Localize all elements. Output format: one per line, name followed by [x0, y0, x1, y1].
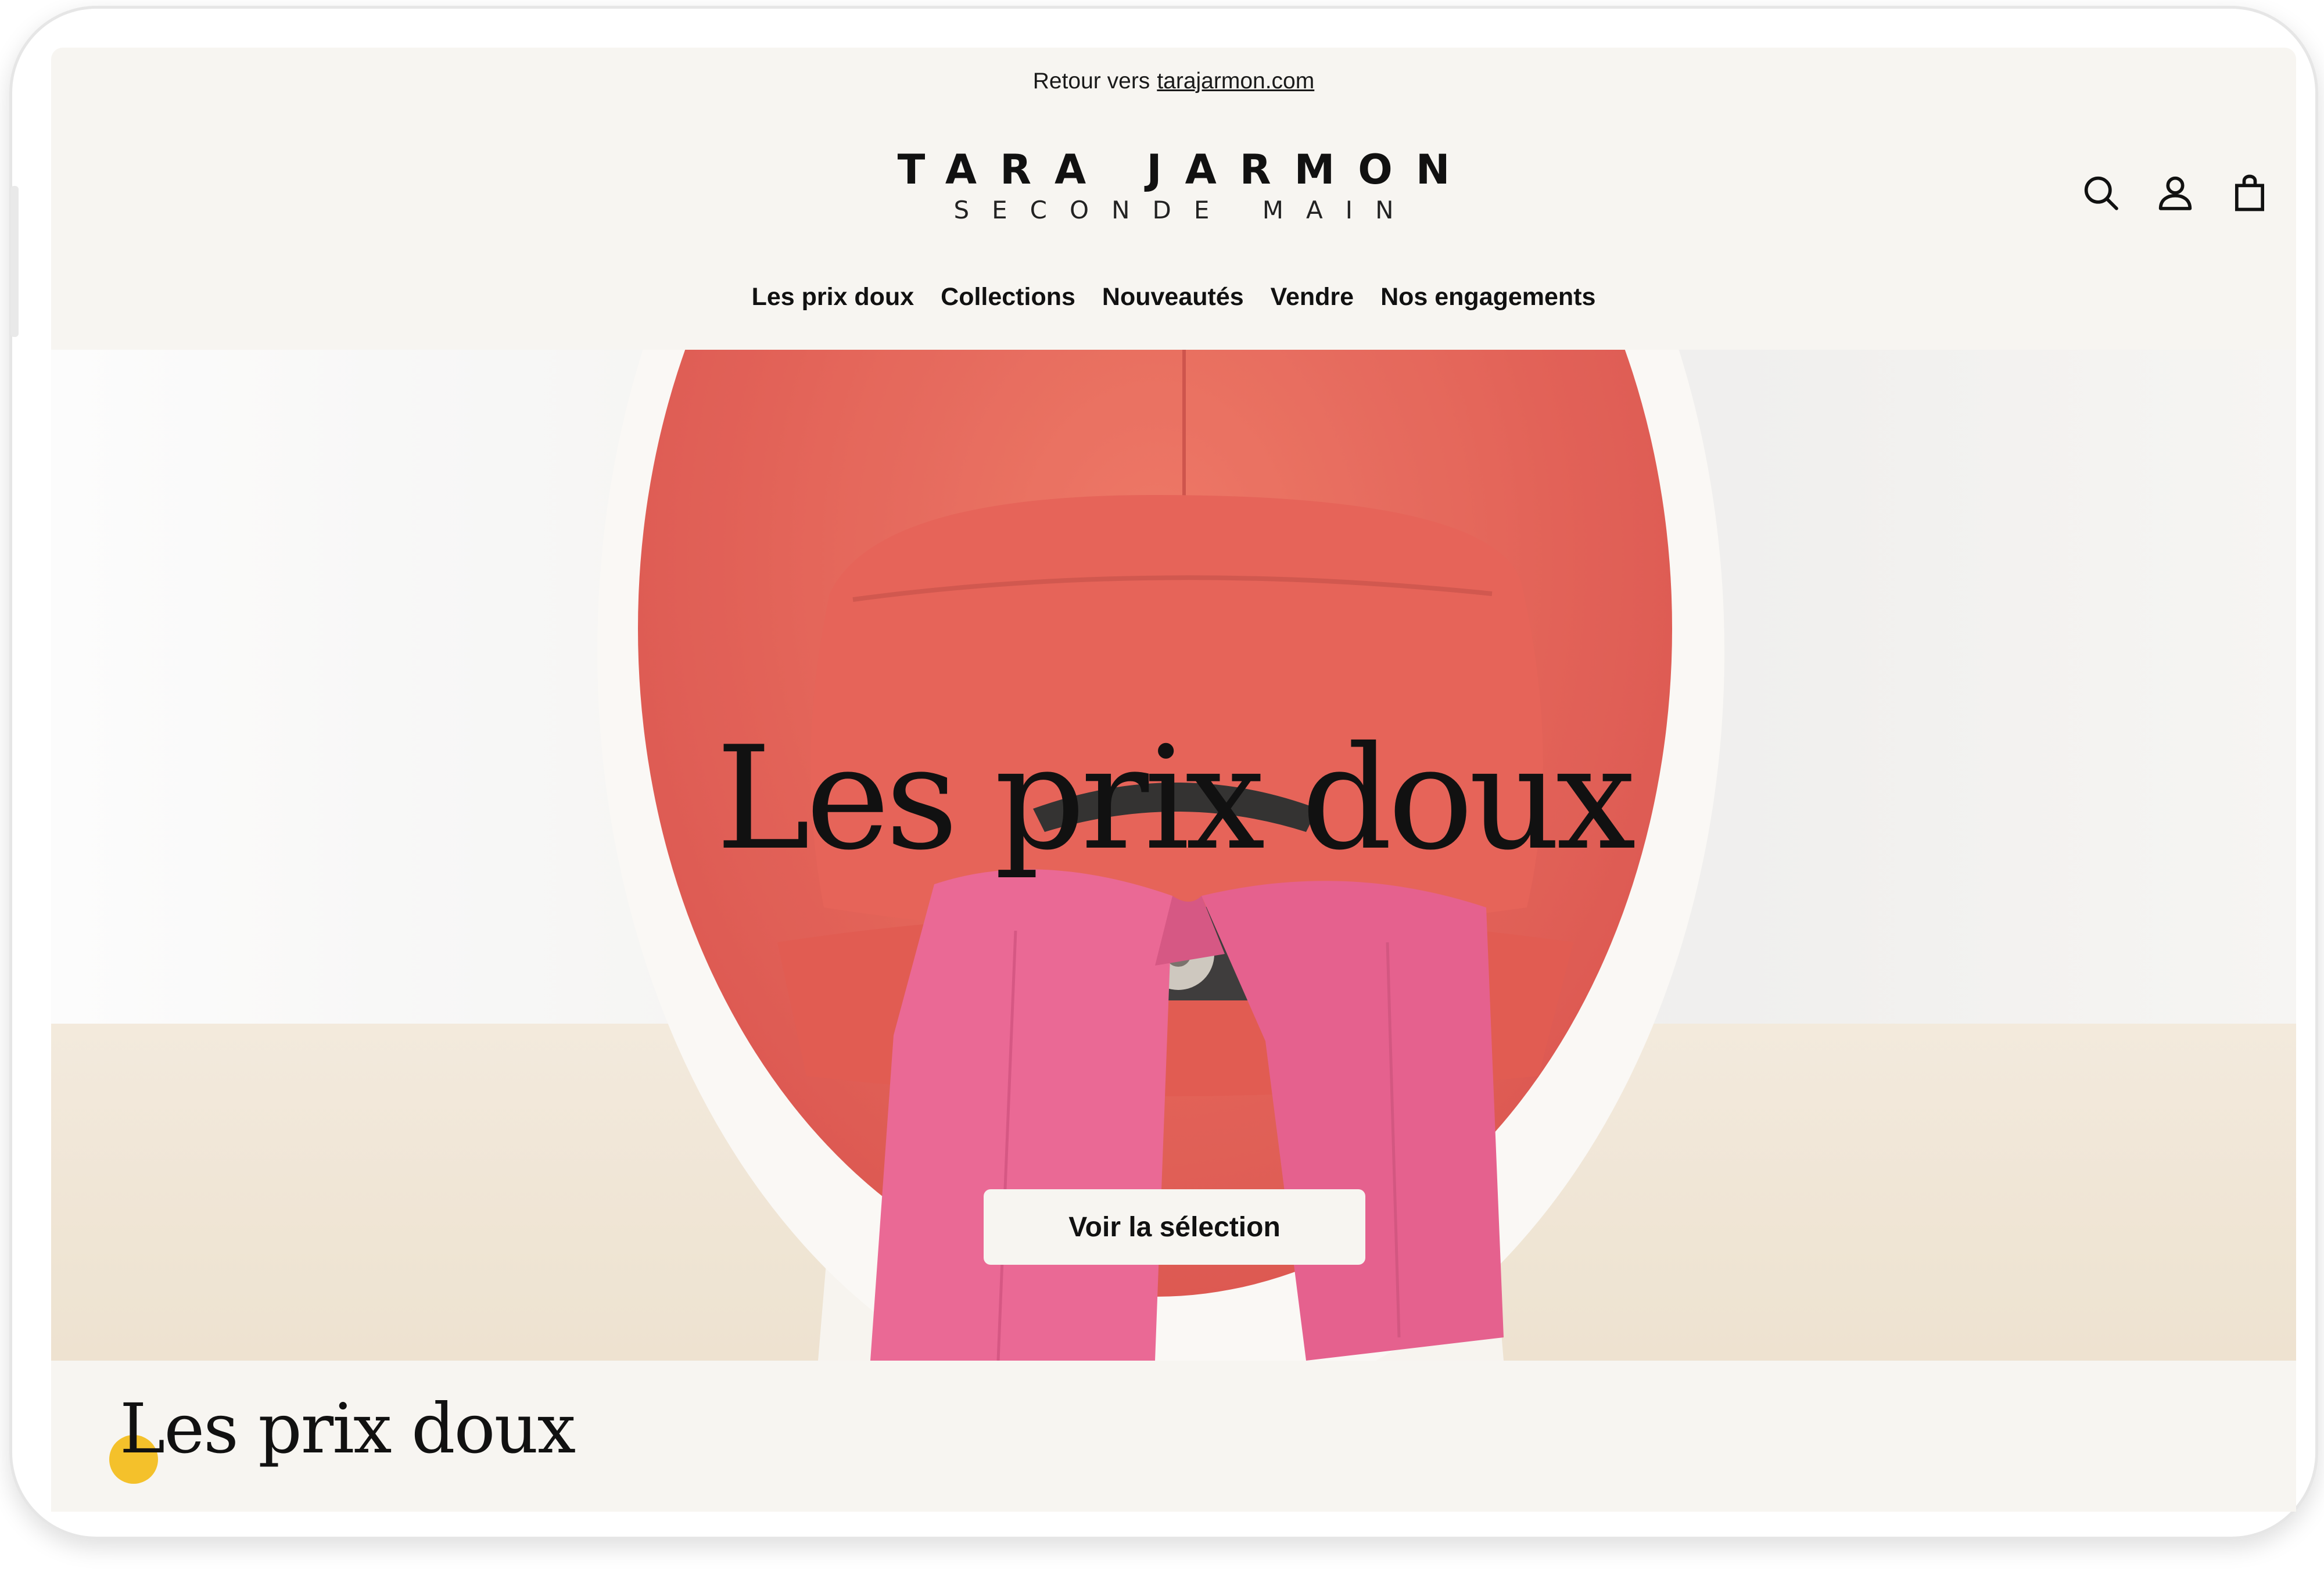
- tablet-frame: Retour vers tarajarmon.com TARA JARMON S…: [9, 6, 2318, 1540]
- search-icon[interactable]: [2079, 171, 2123, 215]
- hero-banner: Les prix doux Voir la sélection: [51, 350, 2296, 1361]
- announcement-bar: Retour vers tarajarmon.com: [51, 48, 2296, 114]
- brand-name: TARA JARMON: [897, 146, 1473, 193]
- bag-icon[interactable]: [2228, 171, 2272, 215]
- screen: Retour vers tarajarmon.com TARA JARMON S…: [51, 48, 2296, 1512]
- see-selection-button[interactable]: Voir la sélection: [984, 1189, 1365, 1265]
- nav-item-vendre[interactable]: Vendre: [1271, 283, 1354, 311]
- brand-subtitle: SECONDE MAIN: [953, 196, 1416, 224]
- nav-item-prix-doux[interactable]: Les prix doux: [752, 283, 914, 311]
- announcement-link[interactable]: tarajarmon.com: [1157, 69, 1314, 94]
- hero-title: Les prix doux: [716, 716, 1636, 881]
- header-icons: [2079, 171, 2272, 215]
- section-title: Les prix doux: [120, 1389, 576, 1469]
- nav-item-collections[interactable]: Collections: [941, 283, 1075, 311]
- nav-item-engagements[interactable]: Nos engagements: [1380, 283, 1595, 311]
- announcement-text: Retour vers: [1032, 68, 1150, 94]
- nav-item-nouveautes[interactable]: Nouveautés: [1102, 283, 1244, 311]
- account-icon[interactable]: [2153, 171, 2197, 215]
- tablet-side-button: [10, 186, 19, 337]
- main-nav: Les prix doux Collections Nouveautés Ven…: [51, 283, 2296, 311]
- brand-logo[interactable]: TARA JARMON SECONDE MAIN: [51, 149, 2296, 224]
